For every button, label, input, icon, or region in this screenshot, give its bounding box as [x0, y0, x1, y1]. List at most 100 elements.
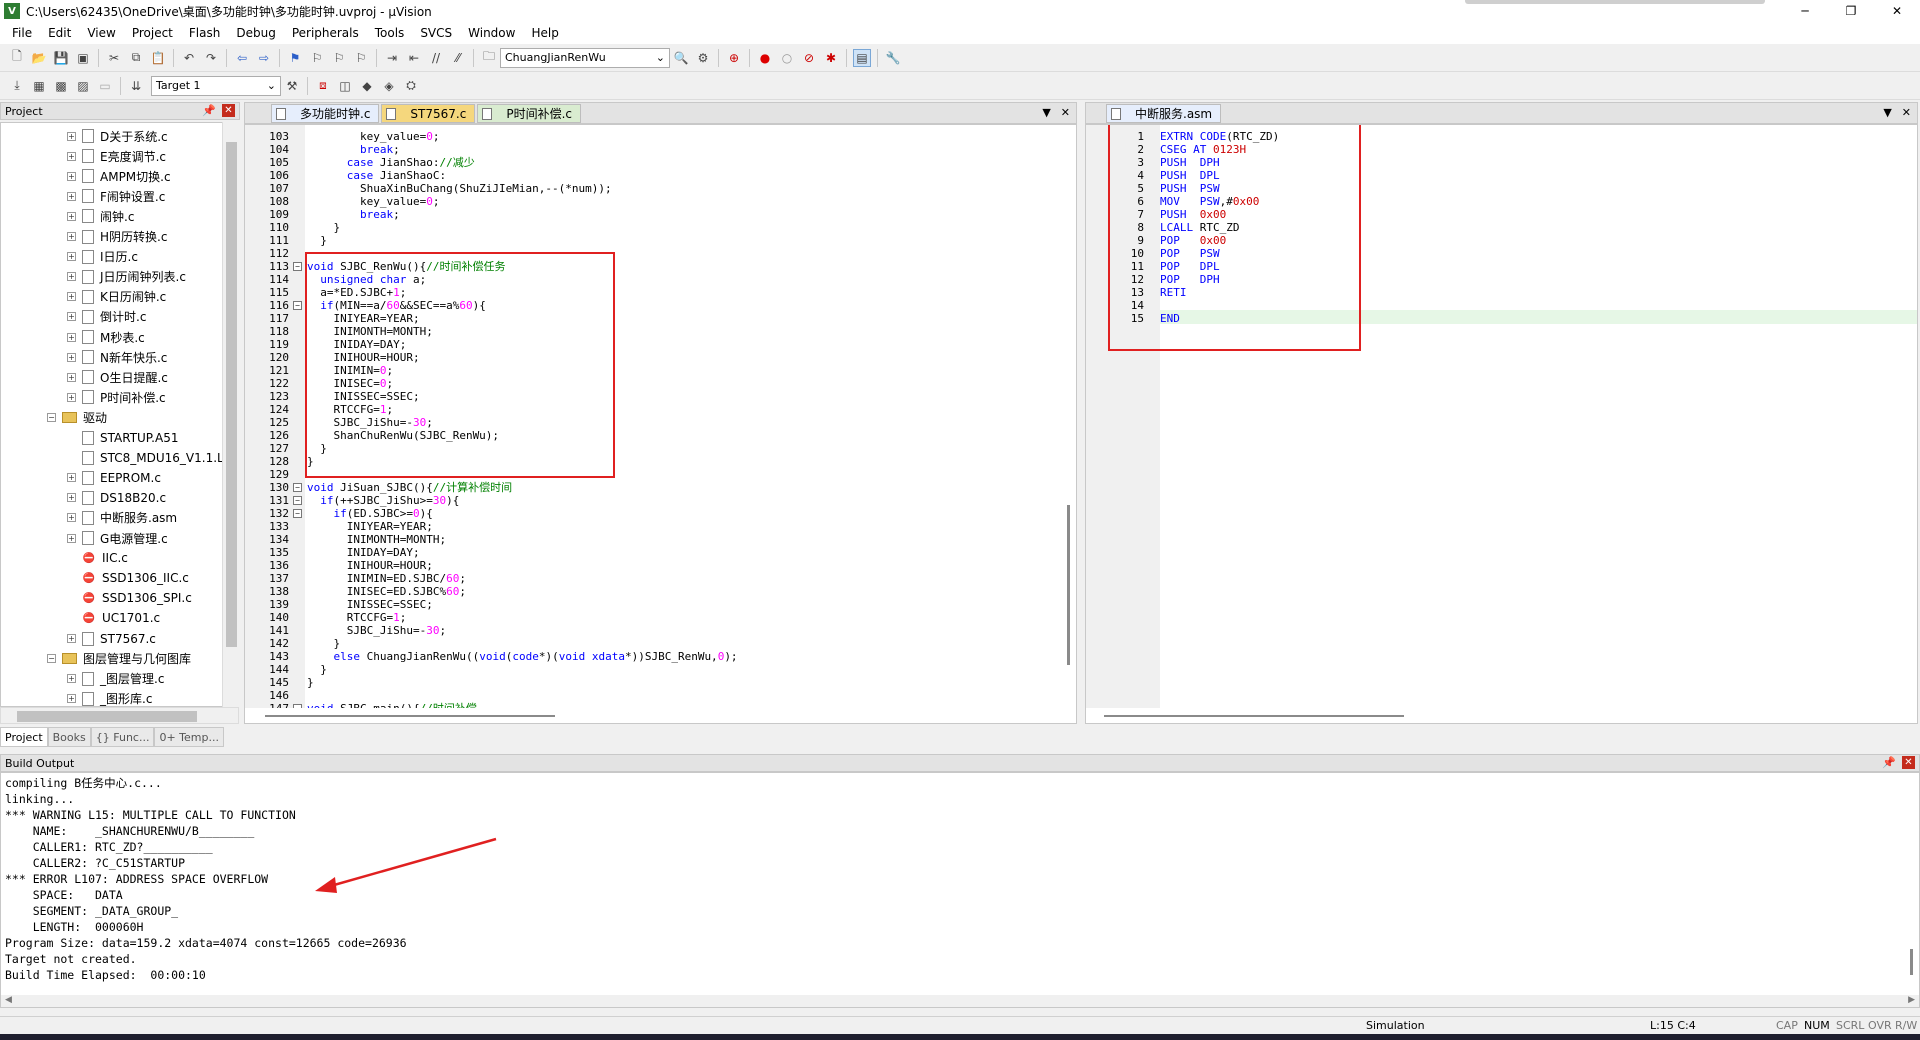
- tree-item[interactable]: ⛔ SSD1306_SPI.c: [67, 588, 192, 608]
- debug-session-icon[interactable]: ⊕: [725, 49, 743, 67]
- menu-item-edit[interactable]: Edit: [40, 26, 79, 40]
- nav-forward-icon[interactable]: ⇨: [255, 49, 273, 67]
- expand-icon[interactable]: +: [67, 171, 76, 181]
- scrollbar-thumb[interactable]: [17, 711, 197, 722]
- manage-components-icon[interactable]: ⧈: [314, 77, 332, 95]
- select-packs-icon[interactable]: ◫: [336, 77, 354, 95]
- menu-item-project[interactable]: Project: [124, 26, 181, 40]
- target-combo[interactable]: Target 1 ⌄: [151, 75, 281, 96]
- tree-item[interactable]: + J日历闹钟列表.c: [67, 267, 186, 287]
- unindent-icon[interactable]: ⇤: [405, 49, 423, 67]
- tree-item[interactable]: + H阴历转换.c: [67, 227, 167, 247]
- pin-icon[interactable]: 📌: [1882, 756, 1896, 769]
- close-editor-icon[interactable]: ✕: [1902, 106, 1911, 119]
- build-icon[interactable]: ▦: [30, 77, 48, 95]
- find-in-files-icon[interactable]: 🗀: [480, 49, 498, 67]
- expand-icon[interactable]: +: [67, 131, 76, 141]
- fold-toggle-icon[interactable]: −: [293, 262, 302, 271]
- prev-bookmark-icon[interactable]: ⚐: [308, 49, 326, 67]
- fold-toggle-icon[interactable]: −: [293, 496, 302, 505]
- tree-item[interactable]: + DS18B20.c: [67, 488, 166, 508]
- menu-item-debug[interactable]: Debug: [228, 26, 283, 40]
- close-icon[interactable]: ✕: [1902, 756, 1915, 769]
- expand-icon[interactable]: +: [67, 352, 76, 362]
- expand-icon[interactable]: +: [67, 533, 76, 543]
- tree-item[interactable]: + AMPM切换.c: [67, 166, 171, 186]
- tree-item[interactable]: STC8_MDU16_V1.1.LIB: [67, 448, 222, 468]
- tab-interrupt-asm[interactable]: 中断服务.asm: [1106, 104, 1222, 123]
- menu-item-view[interactable]: View: [79, 26, 123, 40]
- tab-list-chevron-icon[interactable]: ▼: [1883, 106, 1891, 119]
- expand-icon[interactable]: +: [67, 252, 76, 262]
- tree-item[interactable]: + K日历闹钟.c: [67, 287, 166, 307]
- cut-icon[interactable]: ✂: [105, 49, 123, 67]
- menu-item-help[interactable]: Help: [523, 26, 566, 40]
- menu-item-file[interactable]: File: [4, 26, 40, 40]
- editor-tab[interactable]: 多功能时钟.c: [271, 104, 380, 123]
- undo-icon[interactable]: ↶: [180, 49, 198, 67]
- menu-item-window[interactable]: Window: [460, 26, 523, 40]
- find-icon[interactable]: 🔍: [672, 49, 690, 67]
- minimize-button[interactable]: ─: [1782, 0, 1828, 22]
- build-output-panel[interactable]: ◀ ▶ compiling B任务中心.c... linking... *** WA…: [0, 772, 1920, 1008]
- expand-icon[interactable]: +: [67, 272, 76, 282]
- tree-item[interactable]: + _图形库.c: [67, 689, 152, 706]
- tree-item[interactable]: + O生日提醒.c: [67, 367, 168, 387]
- tree-item[interactable]: + N新年快乐.c: [67, 347, 167, 367]
- expand-icon[interactable]: +: [67, 513, 76, 523]
- left-editor-hscrollbar[interactable]: [245, 708, 1076, 723]
- tree-item[interactable]: + P时间补偿.c: [67, 387, 166, 407]
- tree-item[interactable]: + 倒计时.c: [67, 307, 146, 327]
- tree-item[interactable]: + F闹钟设置.c: [67, 186, 165, 206]
- menu-item-svcs[interactable]: SVCS: [412, 26, 460, 40]
- collapse-icon[interactable]: −: [47, 654, 56, 664]
- expand-icon[interactable]: +: [67, 191, 76, 201]
- panel-tab-3[interactable]: 0+ Temp...: [154, 727, 224, 747]
- menu-item-tools[interactable]: Tools: [367, 26, 413, 40]
- expand-icon[interactable]: +: [67, 674, 76, 684]
- redo-icon[interactable]: ↷: [202, 49, 220, 67]
- next-bookmark-icon[interactable]: ⚐: [330, 49, 348, 67]
- save-icon[interactable]: 💾: [52, 49, 70, 67]
- configure-wrench-icon[interactable]: 🔧: [884, 49, 902, 67]
- left-editor-vscrollbar[interactable]: [1061, 125, 1076, 708]
- tree-item[interactable]: + E亮度调节.c: [67, 146, 166, 166]
- open-file-icon[interactable]: 📂: [30, 49, 48, 67]
- menu-item-flash[interactable]: Flash: [181, 26, 228, 40]
- restore-button[interactable]: ❐: [1828, 0, 1874, 22]
- expand-icon[interactable]: +: [67, 332, 76, 342]
- expand-icon[interactable]: +: [67, 312, 76, 322]
- editor-tab[interactable]: P时间补偿.c: [477, 104, 581, 123]
- right-code-editor[interactable]: 1 EXTRN CODE(RTC_ZD) 2 CSEG AT 0123H 3 PUSH D…: [1085, 124, 1918, 724]
- output-vscrollbar[interactable]: [1904, 773, 1919, 995]
- expand-icon[interactable]: +: [67, 292, 76, 302]
- disable-all-breakpoints-icon[interactable]: ⊘: [800, 49, 818, 67]
- expand-icon[interactable]: +: [67, 634, 76, 643]
- close-editor-icon[interactable]: ✕: [1061, 106, 1070, 119]
- tree-item[interactable]: + ST7567.c: [67, 629, 156, 649]
- incremental-find-icon[interactable]: ⚙: [694, 49, 712, 67]
- disable-breakpoint-icon[interactable]: ○: [778, 49, 796, 67]
- scrollbar-thumb[interactable]: [1910, 949, 1913, 975]
- tree-item[interactable]: + _图层管理.c: [67, 669, 164, 689]
- tree-item[interactable]: ⛔ UC1701.c: [67, 608, 160, 628]
- editor-tab[interactable]: ST7567.c: [381, 104, 476, 123]
- target-options-icon[interactable]: ⚒: [283, 77, 301, 95]
- pack-installer-icon[interactable]: ◈: [380, 77, 398, 95]
- breakpoint-icon[interactable]: ●: [756, 49, 774, 67]
- tree-item[interactable]: − 驱动: [47, 407, 107, 427]
- close-button[interactable]: ✕: [1874, 0, 1920, 22]
- new-file-icon[interactable]: 🗋: [8, 49, 26, 67]
- expand-icon[interactable]: +: [67, 211, 76, 221]
- right-editor-hscrollbar[interactable]: [1086, 708, 1917, 723]
- expand-icon[interactable]: +: [67, 151, 76, 161]
- expand-icon[interactable]: +: [67, 493, 76, 503]
- scrollbar-thumb[interactable]: [1104, 715, 1404, 717]
- function-combo[interactable]: ChuangJianRenWu ⌄: [500, 47, 670, 68]
- expand-icon[interactable]: +: [67, 392, 76, 402]
- tree-item[interactable]: STARTUP.A51: [67, 428, 178, 448]
- tree-item[interactable]: + G电源管理.c: [67, 528, 168, 548]
- tree-item[interactable]: − 图层管理与几何图库: [47, 649, 191, 669]
- collapse-icon[interactable]: −: [47, 412, 56, 422]
- bookmark-icon[interactable]: ⚑: [286, 49, 304, 67]
